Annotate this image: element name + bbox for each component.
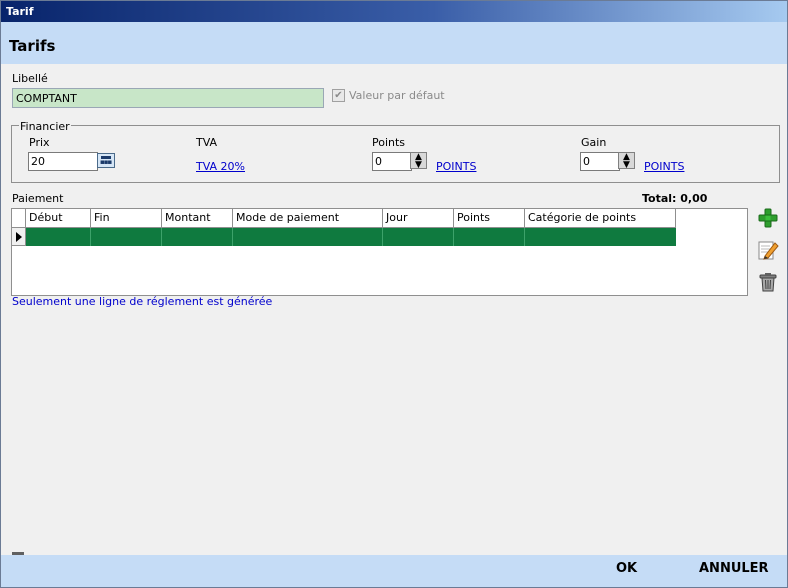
default-value-checkbox[interactable]: ✔ — [332, 89, 345, 102]
gain-link[interactable]: POINTS — [644, 160, 684, 173]
libelle-label: Libellé — [12, 72, 48, 85]
edit-icon[interactable] — [757, 239, 779, 261]
prix-input[interactable] — [28, 152, 98, 171]
paiement-grid[interactable]: Début Fin Montant Mode de paiement Jour … — [11, 208, 748, 296]
delete-icon[interactable] — [757, 271, 779, 293]
table-row[interactable] — [26, 228, 676, 246]
column-header-debut[interactable]: Début — [26, 209, 91, 228]
title-bar: Tarif — [1, 1, 787, 22]
row-cell-debut[interactable] — [26, 228, 91, 246]
paiement-total: Total: 0,00 — [642, 192, 708, 205]
prix-label: Prix — [29, 136, 50, 149]
column-header-categorie[interactable]: Catégorie de points — [525, 209, 676, 228]
financier-legend: Financier — [19, 120, 71, 133]
row-cell-fin[interactable] — [91, 228, 162, 246]
gain-input[interactable] — [580, 152, 620, 171]
column-header-points[interactable]: Points — [454, 209, 525, 228]
add-icon[interactable] — [757, 207, 779, 229]
points-link[interactable]: POINTS — [436, 160, 476, 173]
column-header-jour[interactable]: Jour — [383, 209, 454, 228]
row-cell-montant[interactable] — [162, 228, 233, 246]
ok-button[interactable]: OK — [616, 561, 637, 576]
page-title: Tarifs — [9, 37, 56, 55]
tarif-window: Tarif Tarifs Libellé ✔ Valeur par défaut… — [0, 0, 788, 588]
column-header-mode-paiement[interactable]: Mode de paiement — [233, 209, 383, 228]
paiement-label: Paiement — [12, 192, 64, 205]
points-label: Points — [372, 136, 406, 149]
row-cell-points[interactable] — [454, 228, 525, 246]
row-cell-jour[interactable] — [383, 228, 454, 246]
gain-spinner-icon[interactable]: ▲ ▼ — [618, 152, 635, 170]
gain-label: Gain — [581, 136, 607, 149]
row-cell-mode-paiement[interactable] — [233, 228, 383, 246]
grid-corner — [12, 209, 26, 228]
calculator-icon[interactable] — [97, 153, 115, 168]
tva-link[interactable]: TVA 20% — [196, 160, 245, 173]
footer-bar: OK ANNULER — [1, 555, 787, 587]
row-indicator-icon[interactable] — [12, 228, 26, 246]
column-header-fin[interactable]: Fin — [91, 209, 162, 228]
cancel-button[interactable]: ANNULER — [699, 561, 769, 576]
row-cell-categorie[interactable] — [525, 228, 676, 246]
paiement-note: Seulement une ligne de réglement est gén… — [12, 295, 273, 308]
points-input[interactable] — [372, 152, 412, 171]
points-spinner-icon[interactable]: ▲ ▼ — [410, 152, 427, 170]
page-header: Tarifs — [1, 22, 787, 64]
default-value-label: Valeur par défaut — [349, 89, 445, 102]
column-header-montant[interactable]: Montant — [162, 209, 233, 228]
libelle-input[interactable] — [12, 88, 324, 108]
tva-label: TVA — [196, 136, 218, 149]
window-title: Tarif — [6, 5, 34, 18]
